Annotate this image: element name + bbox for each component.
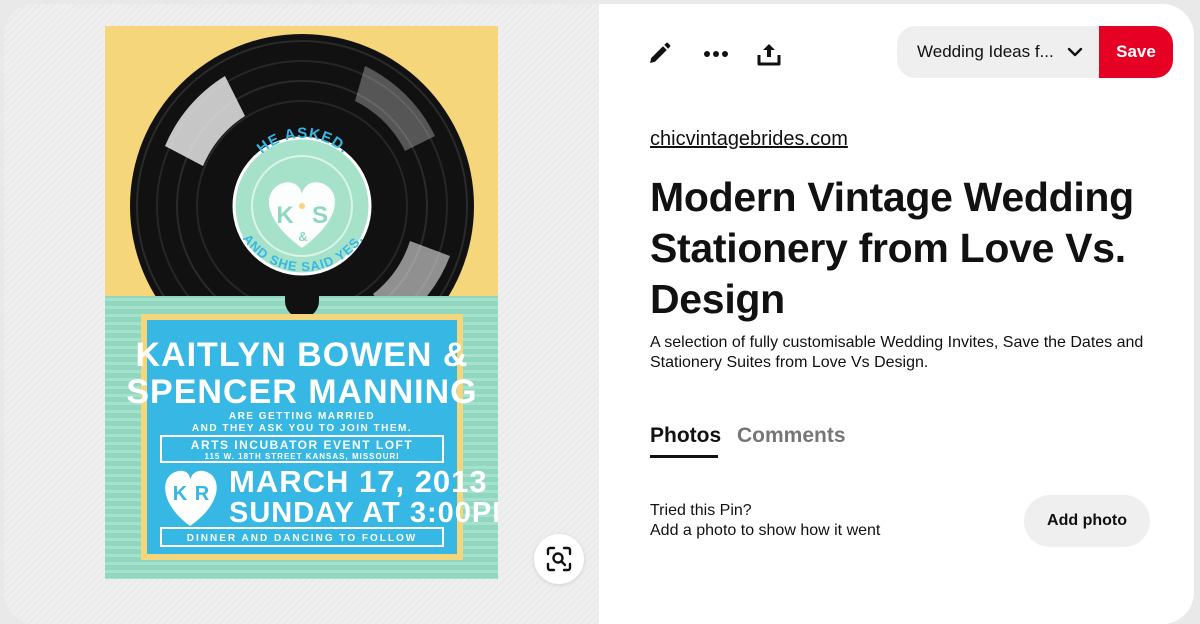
invite-join-them: AND THEY ASK YOU TO JOIN THEM. xyxy=(192,423,412,434)
active-tab-indicator xyxy=(650,455,718,458)
pin-closeup-card: HE ASKED. AND SHE SAID YES. K S & KAITLY… xyxy=(4,4,1194,624)
date-monogram-right: R xyxy=(195,483,210,505)
pin-description: A selection of fully customisable Weddin… xyxy=(650,334,1144,371)
pin-title: Modern Vintage Wedding Stationery from L… xyxy=(650,174,1134,322)
pin-details-pane: Wedding Ideas f... Save chicvintagebride… xyxy=(599,4,1194,624)
wedding-invitation-artwork: HE ASKED. AND SHE SAID YES. K S & KAITLY… xyxy=(105,26,498,579)
tried-pin-title: Tried this Pin? xyxy=(650,502,752,519)
board-select-value: Wedding Ideas f... xyxy=(917,42,1054,61)
edit-button[interactable] xyxy=(637,32,681,76)
invite-date-line1: MARCH 17, 2013 xyxy=(229,464,488,499)
source-link[interactable]: chicvintagebrides.com xyxy=(650,128,848,151)
tried-pin-prompt: Tried this Pin? Add a photo to show how … xyxy=(650,501,880,541)
save-button[interactable]: Save xyxy=(1099,26,1173,78)
visual-search-button[interactable] xyxy=(534,534,584,584)
tab-comments[interactable]: Comments xyxy=(737,424,846,448)
pin-image-pane: HE ASKED. AND SHE SAID YES. K S & KAITLY… xyxy=(4,4,599,624)
ellipsis-icon xyxy=(704,51,728,57)
invite-address: 115 W. 18TH STREET KANSAS, MISSOURI xyxy=(204,452,399,461)
tab-photos[interactable]: Photos xyxy=(650,424,721,448)
tried-pin-subtitle: Add a photo to show how it went xyxy=(650,522,881,539)
share-icon xyxy=(757,44,781,66)
pencil-icon xyxy=(650,42,671,63)
share-button[interactable] xyxy=(747,32,791,76)
chevron-down-icon xyxy=(1067,47,1083,57)
monogram-ampersand: & xyxy=(298,229,307,244)
add-photo-button[interactable]: Add photo xyxy=(1024,495,1150,547)
board-select-dropdown[interactable]: Wedding Ideas f... xyxy=(897,26,1099,78)
visual-search-icon xyxy=(546,546,572,572)
invite-venue: ARTS INCUBATOR EVENT LOFT xyxy=(191,438,413,452)
invite-names-line1: KAITLYN BOWEN & xyxy=(136,336,469,374)
invite-names-line2: SPENCER MANNING xyxy=(126,373,477,411)
date-monogram-left: K xyxy=(173,483,188,505)
invite-getting-married: ARE GETTING MARRIED xyxy=(229,411,375,422)
monogram-left: K xyxy=(276,202,294,229)
pin-image[interactable]: HE ASKED. AND SHE SAID YES. K S & KAITLY… xyxy=(105,26,498,579)
invite-date-line2: SUNDAY AT 3:00PM xyxy=(229,497,498,529)
more-options-button[interactable] xyxy=(694,32,738,76)
monogram-right: S xyxy=(312,202,328,229)
invite-footer: DINNER AND DANCING TO FOLLOW xyxy=(187,533,417,544)
